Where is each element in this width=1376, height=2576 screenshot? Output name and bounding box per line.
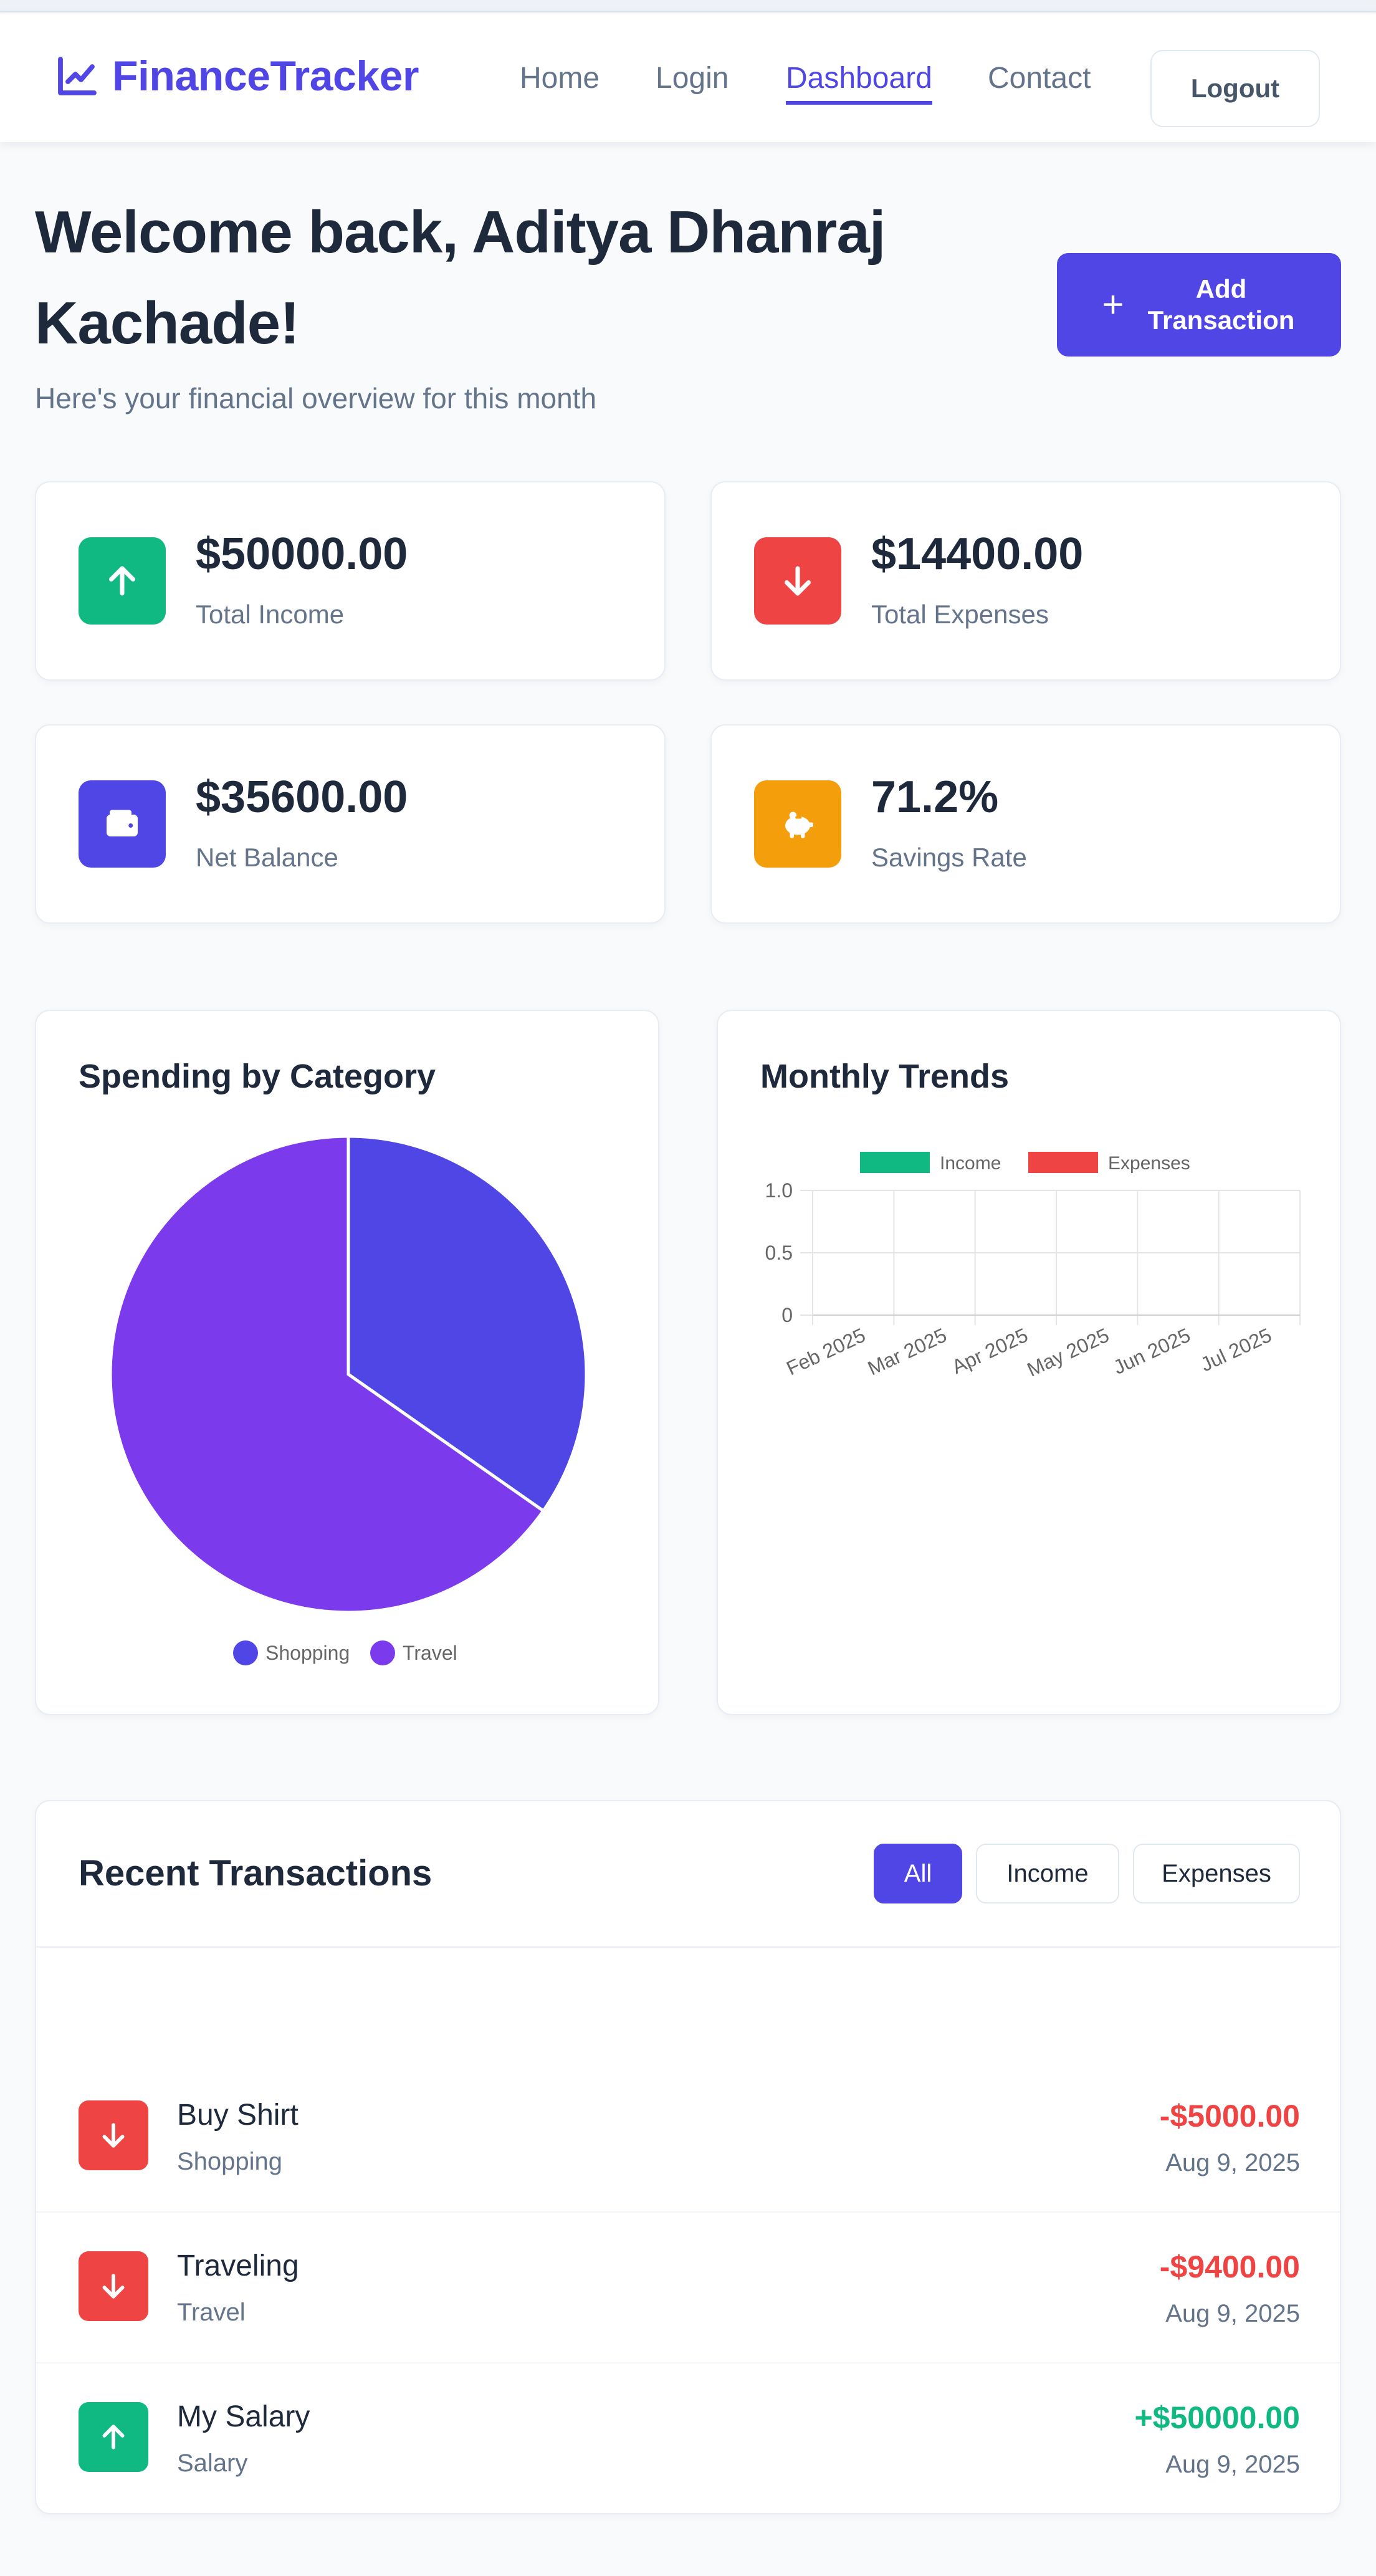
stat-label: Total Expenses [871,600,1049,629]
legend-label: Shopping [265,1641,350,1664]
x-tick-label: Jul 2025 [1197,1324,1275,1376]
legend-label: Expenses [1108,1153,1190,1174]
page-subtitle: Here's your financial overview for this … [35,382,597,414]
transaction-row[interactable]: My Salary Salary +$50000.00 Aug 9, 2025 [36,2363,1340,2513]
add-transaction-label: Add Transaction [1147,274,1295,335]
legend-item-shopping[interactable]: Shopping [233,1640,350,1665]
arrow-down-icon [79,2251,148,2321]
arrow-down-icon [754,537,841,625]
stat-value: $50000.00 [196,529,408,579]
brand-name: FinanceTracker [112,52,419,100]
legend-item-expenses[interactable]: Expenses [1028,1152,1190,1174]
spending-chart-card: Spending by Category Shopping Travel [35,1010,659,1715]
arrow-down-icon [79,2100,148,2170]
navbar: FinanceTracker Home Login Dashboard Cont… [0,12,1376,142]
transaction-amount: -$5000.00 [1159,2099,1300,2133]
stat-label: Savings Rate [871,843,1027,872]
divider [36,1946,1340,1948]
stat-value: 71.2% [871,772,999,822]
transactions-title: Recent Transactions [79,1853,432,1894]
legend-item-travel[interactable]: Travel [370,1640,457,1665]
transaction-date: Aug 9, 2025 [1165,2149,1300,2176]
legend-swatch [860,1152,930,1173]
transaction-date: Aug 9, 2025 [1165,2300,1300,2327]
chart-line-icon [58,57,97,95]
page-title: Welcome back, Aditya Dhanraj Kachade! [35,199,886,357]
x-tick-label: Feb 2025 [783,1324,869,1380]
transaction-amount: -$9400.00 [1159,2249,1300,2284]
y-tick-label: 0 [781,1304,793,1326]
transaction-amount: +$50000.00 [1134,2400,1300,2435]
logout-button[interactable]: Logout [1150,50,1320,127]
stat-value: $14400.00 [871,529,1084,579]
transaction-name: My Salary [177,2400,310,2433]
add-transaction-button[interactable]: + Add Transaction [1057,253,1341,357]
transaction-category: Shopping [177,2148,283,2175]
transaction-name: Traveling [177,2249,299,2282]
legend-swatch [370,1640,395,1665]
stat-card-savings-rate: 71.2% Savings Rate [710,724,1341,924]
stat-card-expenses: $14400.00 Total Expenses [710,481,1341,681]
transaction-name: Buy Shirt [177,2099,299,2132]
pie-chart[interactable] [36,1011,661,1717]
stat-card-net-balance: $35600.00 Net Balance [35,724,666,924]
plus-icon: + [1102,284,1124,325]
filter-all-button[interactable]: All [874,1844,962,1903]
transactions-card: Recent Transactions All Income Expenses … [35,1800,1341,2514]
x-tick-label: May 2025 [1024,1324,1113,1381]
bar-chart[interactable]: Income Expenses 1.0 0.5 0Feb 2025Mar 2025Apr… [718,1011,1342,1717]
trends-chart-card: Monthly Trends Income Expenses 1.0 0.5 0 Feb … [717,1010,1341,1715]
transaction-row[interactable]: Buy Shirt Shopping -$5000.00 Aug 9, 2025 [36,2062,1340,2213]
legend-label: Travel [403,1641,457,1664]
nav-link-dashboard[interactable]: Dashboard [786,61,932,105]
filter-income-button[interactable]: Income [976,1844,1119,1903]
transaction-category: Travel [177,2299,246,2326]
nav-link-contact[interactable]: Contact [988,61,1091,105]
legend-item-income[interactable]: Income [860,1152,1001,1174]
legend-swatch [1028,1152,1098,1173]
arrow-up-icon [79,537,166,625]
stat-label: Total Income [196,600,345,629]
x-tick-label: Apr 2025 [948,1324,1031,1379]
nav-link-home[interactable]: Home [520,61,600,105]
filter-expenses-button[interactable]: Expenses [1133,1844,1300,1903]
wallet-icon [79,780,166,868]
x-tick-label: Jun 2025 [1110,1324,1194,1379]
piggy-bank-icon [754,780,841,868]
stat-card-income: $50000.00 Total Income [35,481,666,681]
arrow-up-icon [79,2402,148,2472]
stat-label: Net Balance [196,843,338,872]
legend-swatch [233,1640,258,1665]
brand-logo[interactable]: FinanceTracker [55,51,419,101]
y-tick-label: 0.5 [765,1242,793,1264]
y-tick-label: 1.0 [765,1179,793,1202]
stat-value: $35600.00 [196,772,408,822]
legend-label: Income [940,1153,1001,1174]
transaction-category: Salary [177,2449,248,2477]
transaction-row[interactable]: Traveling Travel -$9400.00 Aug 9, 2025 [36,2213,1340,2363]
browser-top-edge [0,0,1376,12]
x-tick-label: Mar 2025 [864,1324,950,1380]
transaction-date: Aug 9, 2025 [1165,2451,1300,2478]
page-bottom [0,2554,1376,2576]
nav-link-login[interactable]: Login [656,61,729,105]
